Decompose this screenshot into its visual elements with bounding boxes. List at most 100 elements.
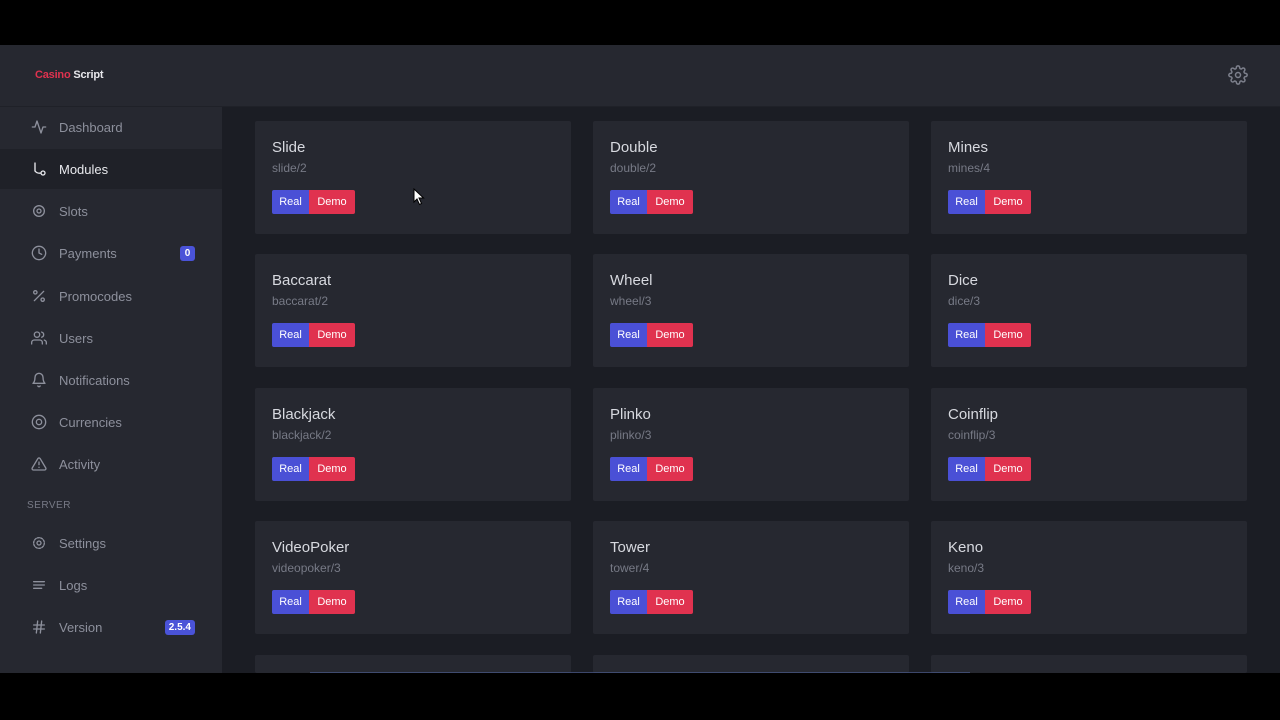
module-card-coinflip: Coinflip coinflip/3 Real Demo <box>931 388 1247 501</box>
demo-button[interactable]: Demo <box>647 457 693 481</box>
module-title: VideoPoker <box>272 539 350 556</box>
sidebar-item-dashboard[interactable]: Dashboard <box>0 107 222 147</box>
real-button[interactable]: Real <box>610 323 647 347</box>
sidebar-item-label: Users <box>59 330 93 346</box>
module-path: blackjack/2 <box>272 428 332 442</box>
sidebar-item-modules[interactable]: Modules <box>0 149 222 189</box>
module-path: double/2 <box>610 161 657 175</box>
bottom-scroll-indicator <box>310 672 970 673</box>
bell-icon <box>32 372 46 388</box>
real-button[interactable]: Real <box>610 457 647 481</box>
version-badge: 2.5.4 <box>164 619 195 635</box>
module-path: videopoker/3 <box>272 561 341 575</box>
sidebar-item-currencies[interactable]: Currencies <box>0 402 222 442</box>
sidebar-item-label: Slots <box>59 203 88 219</box>
real-button[interactable]: Real <box>272 323 309 347</box>
real-button[interactable]: Real <box>610 190 647 214</box>
align-icon <box>33 581 45 589</box>
demo-button[interactable]: Demo <box>309 590 355 614</box>
sidebar-item-activity[interactable]: Activity <box>0 444 222 484</box>
module-path: slide/2 <box>272 161 307 175</box>
sidebar-item-version[interactable]: Version 2.5.4 <box>0 607 222 647</box>
real-button[interactable]: Real <box>272 590 309 614</box>
percent-icon <box>33 290 45 302</box>
module-path: mines/4 <box>948 161 991 175</box>
activity-icon <box>31 120 47 134</box>
sidebar-item-label: Settings <box>59 535 106 551</box>
module-card-double: Double double/2 Real Demo <box>593 121 909 234</box>
real-button[interactable]: Real <box>272 457 309 481</box>
alert-triangle-icon <box>31 457 47 471</box>
real-button[interactable]: Real <box>948 323 985 347</box>
module-title: Blackjack <box>272 406 336 423</box>
module-path: keno/3 <box>948 561 985 575</box>
demo-button[interactable]: Demo <box>309 190 355 214</box>
clock-icon <box>31 245 47 261</box>
sidebar-item-label: Payments <box>59 245 117 261</box>
demo-button[interactable]: Demo <box>985 190 1031 214</box>
payments-count-badge: 0 <box>180 245 195 261</box>
sidebar-item-label: Logs <box>59 577 88 593</box>
module-card-slide: Slide slide/2 Real Demo <box>255 121 571 234</box>
sidebar-item-label: Dashboard <box>59 119 123 135</box>
module-card-wheel: Wheel wheel/3 Real Demo <box>593 254 909 367</box>
users-icon <box>31 331 47 345</box>
module-title: Mines <box>948 139 989 156</box>
module-title: Dice <box>948 272 979 289</box>
module-path: baccarat/2 <box>272 294 329 308</box>
module-title: Plinko <box>610 406 651 423</box>
sidebar-item-label: Currencies <box>59 414 122 430</box>
module-title: Double <box>610 139 658 156</box>
demo-button[interactable]: Demo <box>647 190 693 214</box>
app-window: Casino Script Dashboard Modules Slots Pa… <box>0 45 1280 673</box>
sidebar-item-label: Version <box>59 619 103 635</box>
module-path: plinko/3 <box>610 428 652 442</box>
target-icon <box>31 414 47 430</box>
sidebar-item-label: Modules <box>59 161 109 177</box>
module-card-baccarat: Baccarat baccarat/2 Real Demo <box>255 254 571 367</box>
module-card-blackjack: Blackjack blackjack/2 Real Demo <box>255 388 571 501</box>
sidebar-item-payments[interactable]: Payments 0 <box>0 233 222 273</box>
module-title: Baccarat <box>272 272 332 289</box>
module-card-videopoker: VideoPoker videopoker/3 Real Demo <box>255 521 571 634</box>
cpu-icon <box>33 205 45 217</box>
sidebar-item-slots[interactable]: Slots <box>0 191 222 231</box>
real-button[interactable]: Real <box>948 590 985 614</box>
sidebar-item-promocodes[interactable]: Promocodes <box>0 276 222 316</box>
sidebar-item-settings[interactable]: Settings <box>0 523 222 563</box>
demo-button[interactable]: Demo <box>985 590 1031 614</box>
demo-button[interactable]: Demo <box>309 457 355 481</box>
module-card-partial <box>593 655 909 673</box>
module-title: Keno <box>948 539 984 556</box>
demo-button[interactable]: Demo <box>647 323 693 347</box>
module-path: dice/3 <box>948 294 981 308</box>
git-branch-icon <box>34 162 46 176</box>
sidebar-item-label: Promocodes <box>59 288 132 304</box>
module-title: Coinflip <box>948 406 999 423</box>
module-title: Tower <box>610 539 651 556</box>
module-card-keno: Keno keno/3 Real Demo <box>931 521 1247 634</box>
sidebar-item-label: Notifications <box>59 372 130 388</box>
settings-gear-icon[interactable] <box>1228 65 1248 85</box>
module-title: Wheel <box>610 272 653 289</box>
top-header: Casino Script <box>0 45 1280 107</box>
module-path: tower/4 <box>610 561 650 575</box>
sidebar-item-logs[interactable]: Logs <box>0 565 222 605</box>
module-title: Slide <box>272 139 306 156</box>
demo-button[interactable]: Demo <box>309 323 355 347</box>
real-button[interactable]: Real <box>272 190 309 214</box>
demo-button[interactable]: Demo <box>647 590 693 614</box>
real-button[interactable]: Real <box>610 590 647 614</box>
sidebar-item-users[interactable]: Users <box>0 318 222 358</box>
real-button[interactable]: Real <box>948 457 985 481</box>
real-button[interactable]: Real <box>948 190 985 214</box>
logo[interactable]: Casino Script <box>35 68 104 82</box>
demo-button[interactable]: Demo <box>985 323 1031 347</box>
module-card-tower: Tower tower/4 Real Demo <box>593 521 909 634</box>
section-label-server: SERVER <box>27 500 71 511</box>
hash-icon <box>33 620 45 634</box>
demo-button[interactable]: Demo <box>985 457 1031 481</box>
logo-script: Script <box>73 69 104 81</box>
sidebar-item-notifications[interactable]: Notifications <box>0 360 222 400</box>
module-card-dice: Dice dice/3 Real Demo <box>931 254 1247 367</box>
